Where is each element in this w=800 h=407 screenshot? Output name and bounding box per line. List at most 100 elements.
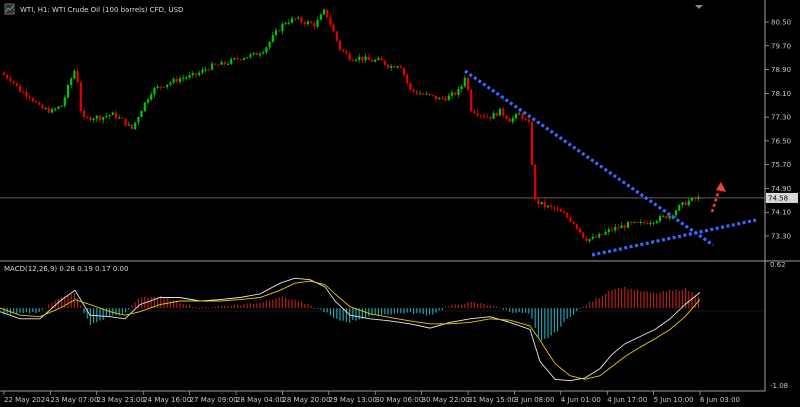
histogram-bar	[265, 300, 267, 309]
histogram-bar	[77, 298, 79, 309]
candle	[191, 71, 194, 78]
price-axis: 80.50 79.70 78.90 78.10 77.30 76.50 75.70 74.90…	[765, 19, 791, 241]
candle	[38, 100, 41, 106]
histogram-bar	[112, 308, 114, 316]
candle	[153, 86, 156, 98]
candle	[118, 114, 121, 120]
candle	[345, 49, 348, 54]
candle	[249, 52, 252, 60]
candle	[466, 76, 470, 93]
candle	[386, 63, 390, 70]
candle	[169, 81, 172, 87]
candle	[614, 223, 617, 233]
chart-menu-icon[interactable]	[4, 3, 15, 15]
histogram-bar	[557, 308, 559, 332]
ascending-trendline[interactable]	[591, 218, 757, 257]
histogram-bar	[659, 292, 661, 309]
candle	[98, 114, 102, 122]
candle	[633, 221, 636, 224]
histogram-bar	[121, 308, 123, 314]
candle	[642, 220, 646, 226]
histogram-bar	[275, 298, 277, 309]
histogram-bar	[83, 308, 85, 314]
histogram-bar	[208, 307, 210, 309]
candle	[678, 204, 681, 212]
candle	[681, 202, 684, 208]
candle	[86, 114, 89, 120]
arrow-shaft[interactable]	[710, 192, 720, 213]
candle	[623, 223, 626, 232]
candle	[479, 114, 482, 120]
candle	[204, 66, 207, 73]
histogram-bar	[109, 308, 111, 317]
scroll-indicator-icon[interactable]	[695, 5, 703, 9]
candle	[44, 106, 47, 110]
descending-trendline[interactable]	[464, 69, 714, 247]
histogram-bar	[179, 303, 181, 309]
histogram-bar	[429, 308, 431, 315]
candle	[409, 81, 412, 93]
candle	[348, 51, 351, 62]
histogram-bar	[441, 308, 443, 311]
candle	[425, 91, 428, 96]
histogram-bar	[691, 291, 693, 309]
candle	[546, 205, 550, 209]
candle	[82, 107, 86, 121]
histogram-bar	[80, 305, 82, 309]
candle	[2, 70, 6, 76]
candle	[105, 112, 108, 120]
histogram-bar	[304, 303, 306, 309]
candle	[342, 49, 345, 54]
histogram-bar	[425, 308, 427, 316]
histogram-bar	[310, 305, 312, 309]
histogram-bar	[486, 304, 488, 309]
histogram-bar	[630, 288, 632, 309]
histogram-bar	[29, 308, 31, 314]
candle	[610, 226, 614, 233]
candle	[127, 121, 130, 127]
candle	[306, 19, 310, 26]
candle	[198, 70, 201, 77]
candle	[511, 115, 514, 125]
candle	[268, 41, 271, 50]
histogram-bar	[230, 306, 232, 309]
candle	[326, 9, 329, 19]
histogram-bar	[521, 308, 523, 314]
histogram-bar	[272, 299, 274, 309]
histogram-bar	[227, 305, 229, 309]
histogram-bar	[25, 308, 27, 313]
candle	[6, 73, 9, 80]
histogram-bar	[368, 308, 370, 317]
candle	[588, 238, 591, 244]
candle	[143, 102, 146, 113]
candle	[12, 80, 15, 87]
candle	[550, 203, 553, 210]
price-tick-label: 78.90	[771, 66, 791, 74]
candle	[220, 59, 223, 65]
price-tick-label: 75.70	[771, 161, 791, 169]
time-tick-label: 6 Jun 03:00	[700, 396, 740, 404]
chart-canvas[interactable]: WTI, H1: WTI Crude Oil (100 barrels) CFD…	[0, 0, 800, 407]
histogram-bar	[489, 305, 491, 309]
histogram-bar	[669, 290, 671, 309]
histogram-bar	[115, 308, 117, 316]
candle	[674, 209, 678, 218]
histogram-bar	[278, 297, 280, 309]
candle	[294, 17, 297, 22]
chart-title: WTI, H1: WTI Crude Oil (100 barrels) CFD…	[20, 6, 183, 14]
candle	[162, 86, 166, 89]
candle	[370, 57, 374, 62]
candle	[591, 233, 594, 241]
histogram-bar	[541, 308, 543, 341]
time-tick-label: 30 May 22:00	[422, 396, 470, 404]
candle	[18, 83, 22, 93]
histogram-bar	[688, 291, 690, 309]
histogram-bar	[432, 308, 434, 315]
candle	[150, 91, 153, 102]
histogram-bar	[333, 308, 335, 318]
candle	[188, 71, 191, 80]
up-arrow-icon[interactable]	[716, 182, 726, 192]
candle	[137, 116, 140, 126]
candle	[620, 222, 623, 229]
time-tick-label: 30 May 06:00	[375, 396, 423, 404]
